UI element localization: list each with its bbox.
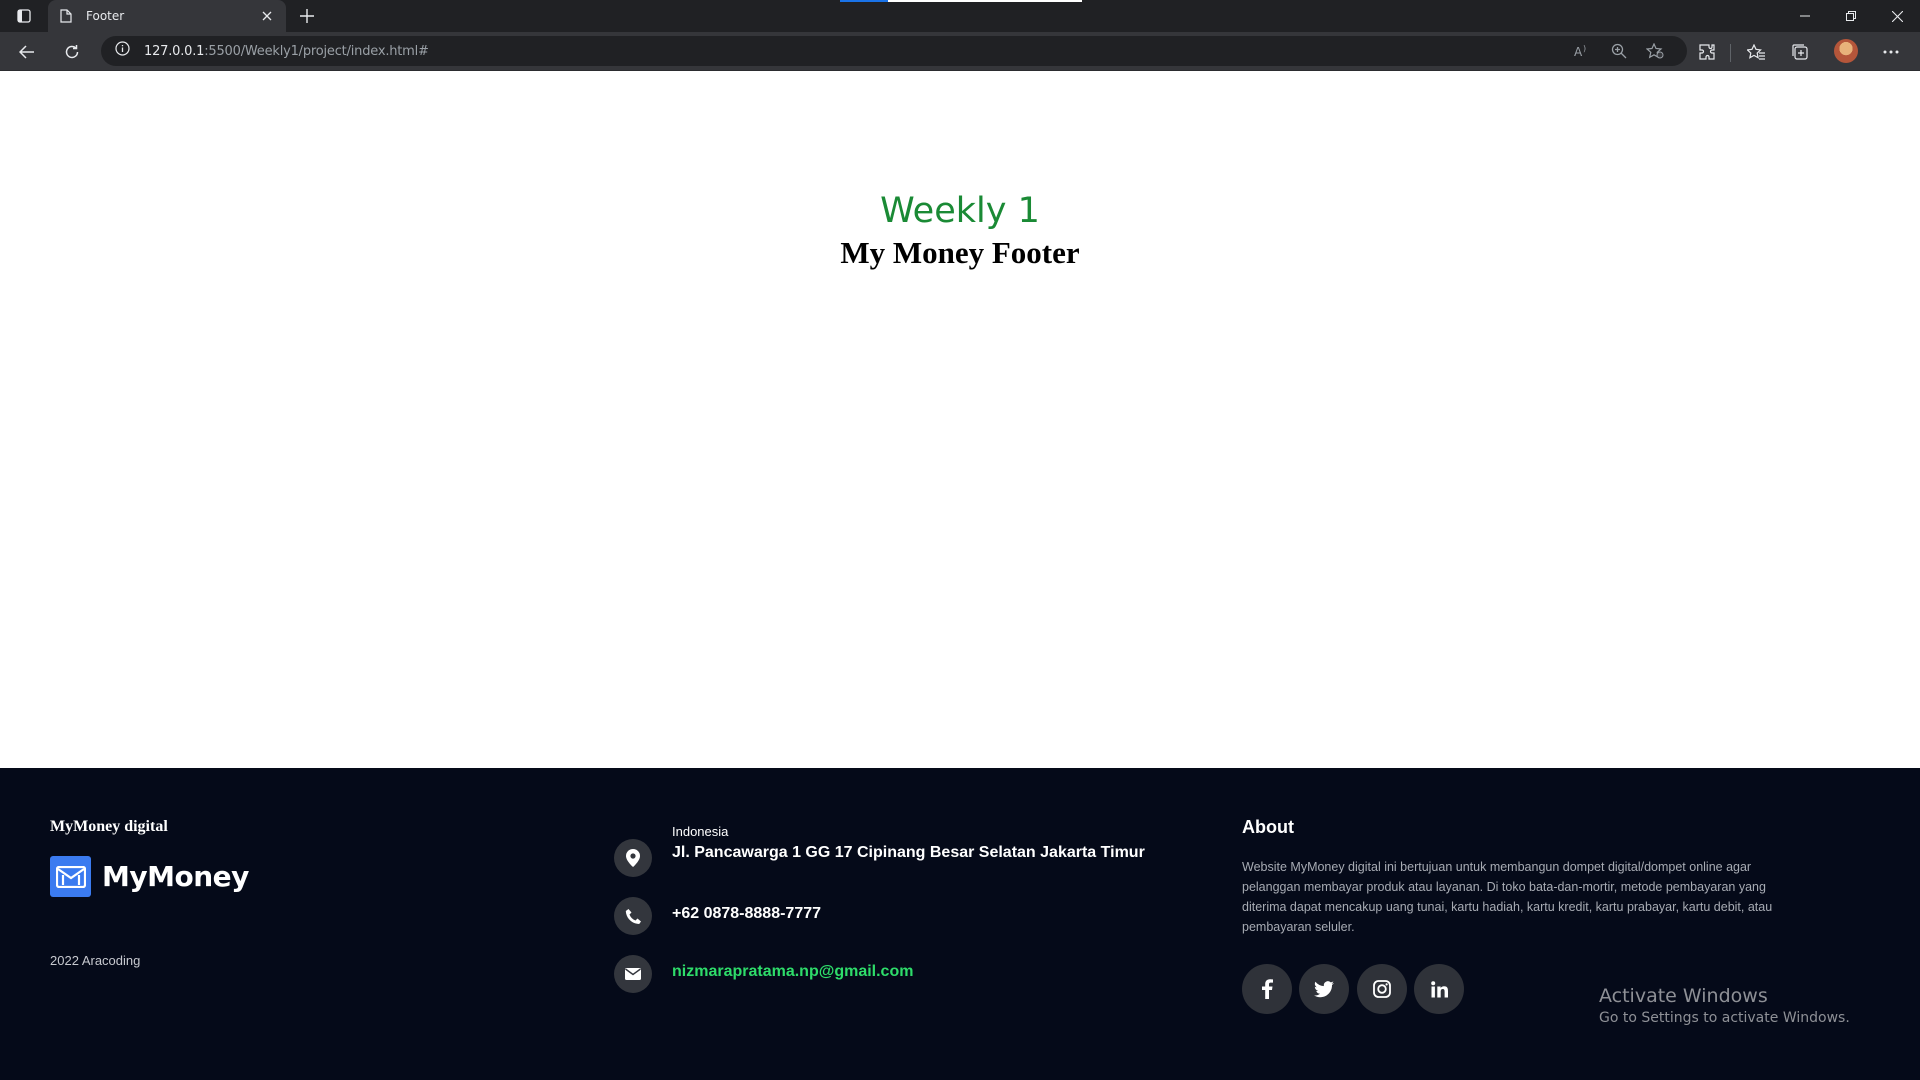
facebook-button[interactable] (1242, 964, 1292, 1014)
linkedin-icon (1430, 980, 1448, 997)
contact-phone: +62 0878-8888-7777 (672, 905, 822, 922)
twitter-button[interactable] (1299, 964, 1349, 1014)
profile-avatar[interactable] (1834, 39, 1858, 63)
hero-section: Weekly 1 My Money Footer (0, 191, 1920, 273)
restore-icon[interactable] (1828, 0, 1874, 32)
site-info-icon[interactable] (115, 41, 130, 61)
contact-email-link[interactable]: nizmarapratama.np@gmail.com (672, 963, 913, 981)
url-text[interactable]: 127.0.0.1:5500/Weekly1/project/index.htm… (144, 44, 429, 59)
back-icon[interactable] (13, 38, 41, 66)
reload-icon[interactable] (58, 38, 86, 66)
twitter-icon (1314, 980, 1334, 997)
url-path: :5500/Weekly1/project/index.html# (204, 43, 429, 59)
extensions-icon[interactable] (1696, 41, 1718, 63)
browser-tab[interactable]: Footer (48, 0, 286, 32)
more-menu-icon[interactable] (1880, 41, 1902, 63)
close-window-icon[interactable] (1874, 0, 1920, 32)
envelope-logo-icon (50, 856, 91, 897)
logo-text: MyMoney (102, 860, 249, 893)
about-text: Website MyMoney digital ini bertujuan un… (1242, 860, 1773, 934)
svg-text:A: A (1574, 45, 1583, 58)
collections-icon[interactable] (1789, 41, 1811, 63)
instagram-button[interactable] (1357, 964, 1407, 1014)
url-host: 127.0.0.1 (144, 43, 205, 59)
svg-text:): ) (1583, 44, 1586, 53)
new-tab-icon[interactable] (294, 4, 320, 28)
brand-logo[interactable]: MyMoney (50, 856, 249, 897)
page-icon (58, 8, 74, 24)
tab-actions-icon[interactable] (12, 6, 36, 26)
facebook-icon (1262, 979, 1273, 999)
add-favorite-icon[interactable] (1645, 42, 1665, 60)
zoom-icon[interactable] (1609, 42, 1629, 60)
toolbar-divider (1730, 44, 1731, 62)
envelope-icon (614, 955, 652, 993)
page-subtitle: Weekly 1 (880, 191, 1040, 231)
brand-heading: MyMoney digital (50, 818, 168, 835)
browser-tab-bar: Footer (0, 0, 1920, 32)
instagram-icon (1373, 980, 1391, 998)
loading-bar (840, 0, 1082, 2)
page-content: Weekly 1 My Money Footer MyMoney digital… (0, 71, 1920, 1080)
browser-toolbar: 127.0.0.1:5500/Weekly1/project/index.htm… (0, 32, 1920, 71)
map-pin-icon (614, 839, 652, 877)
address-bar[interactable]: 127.0.0.1:5500/Weekly1/project/index.htm… (101, 36, 1687, 66)
minimize-icon[interactable] (1782, 0, 1828, 32)
watermark-subtitle: Go to Settings to activate Windows. (1599, 1010, 1850, 1026)
read-aloud-icon[interactable]: A) (1573, 42, 1593, 60)
close-tab-icon[interactable] (258, 7, 276, 25)
contact-address: Jl. Pancawarga 1 GG 17 Cipinang Besar Se… (672, 844, 1145, 861)
contact-country: Indonesia (672, 824, 729, 839)
phone-icon (614, 897, 652, 935)
site-footer: MyMoney digital MyMoney 2022 Aracoding I… (0, 768, 1920, 1080)
copyright-text: 2022 Aracoding (50, 953, 141, 968)
tab-title: Footer (86, 9, 125, 23)
favorites-icon[interactable] (1745, 41, 1767, 63)
page-title: My Money Footer (840, 235, 1080, 270)
watermark-title: Activate Windows (1599, 985, 1768, 1007)
windows-activation-watermark: Activate Windows Go to Settings to activ… (1599, 985, 1850, 1026)
linkedin-button[interactable] (1414, 964, 1464, 1014)
about-title: About (1242, 817, 1294, 837)
